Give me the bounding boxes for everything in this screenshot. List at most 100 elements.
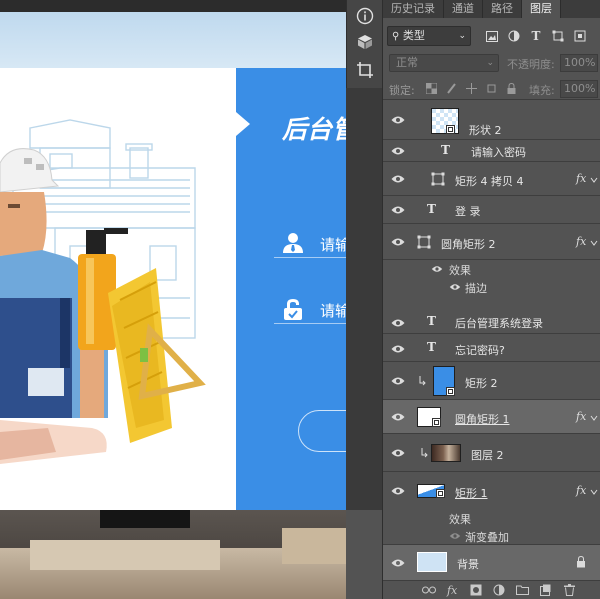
fx-icon[interactable]: fx — [576, 484, 586, 497]
mask-icon[interactable] — [469, 584, 483, 596]
lock-pixels-button[interactable] — [445, 82, 457, 94]
eye-icon[interactable] — [391, 174, 405, 184]
info-button[interactable] — [351, 4, 379, 28]
fill-input[interactable]: 100% — [560, 80, 598, 98]
filter-pixel-button[interactable] — [485, 29, 499, 43]
clipping-arrow-icon — [421, 448, 428, 458]
info-icon — [356, 7, 374, 25]
new-layer-icon[interactable] — [539, 584, 553, 596]
eye-icon[interactable] — [391, 146, 405, 156]
layer-row[interactable]: T 请输入密码 — [383, 140, 600, 162]
eye-icon[interactable] — [391, 115, 405, 125]
eye-icon[interactable] — [431, 265, 443, 273]
chevron-down-icon[interactable] — [590, 489, 598, 495]
filter-adjustment-button[interactable] — [507, 29, 521, 43]
effect-row[interactable]: 渐变叠加 — [383, 527, 600, 545]
eye-icon[interactable] — [391, 237, 405, 247]
panel-tabs: 历史记录 通道 路径 图层 — [383, 0, 600, 18]
vector-mask-icon — [436, 489, 445, 498]
eye-icon[interactable] — [391, 376, 405, 386]
password-placeholder: 请输入密 — [320, 302, 346, 320]
eye-icon[interactable] — [449, 532, 461, 540]
filter-shape-button[interactable] — [551, 29, 565, 43]
lock-artboard-button[interactable] — [485, 82, 497, 94]
layer-row[interactable]: 矩形 4 拷贝 4 fx — [383, 162, 600, 196]
fx-icon[interactable]: fx — [445, 584, 459, 597]
lock-icon — [577, 556, 585, 568]
artboard-icon — [487, 84, 495, 92]
lock-all-button[interactable] — [505, 82, 517, 94]
eye-icon[interactable] — [449, 283, 461, 291]
chevron-down-icon[interactable] — [590, 177, 598, 183]
login-button-outline[interactable] — [298, 410, 346, 452]
filter-type-button[interactable]: T — [529, 29, 543, 43]
layers-list: 形状 2 T 请输入密码 矩形 4 拷贝 4 fx T 登 录 圆角矩形 2 f… — [383, 100, 600, 580]
trash-icon[interactable] — [562, 584, 576, 596]
eye-icon[interactable] — [391, 344, 405, 354]
tab-layers[interactable]: 图层 — [522, 0, 561, 18]
lock-position-button[interactable] — [465, 82, 477, 94]
layer-row-selected[interactable]: 圆角矩形 1 fx — [383, 400, 600, 434]
fx-icon[interactable]: fx — [576, 410, 586, 423]
blend-mode-select[interactable]: 正常 ⌄ — [389, 54, 499, 72]
shape-layer-icon — [431, 172, 445, 186]
filter-type-label: 类型 — [402, 29, 425, 42]
layer-row[interactable]: T 后台管理系统登录 — [383, 310, 600, 334]
lock-transparent-button[interactable] — [425, 82, 437, 94]
chevron-down-icon[interactable] — [590, 240, 598, 246]
layer-row[interactable]: T 登 录 — [383, 196, 600, 224]
filter-type-select[interactable]: ⚲ 类型 ⌄ — [387, 26, 471, 46]
layer-row[interactable]: 圆角矩形 2 fx — [383, 224, 600, 260]
blend-mode-value: 正常 — [396, 56, 418, 69]
card-notch — [236, 112, 250, 136]
card-title: 后台管理 — [282, 115, 346, 144]
lock-row: 锁定: 填充: 100% — [383, 78, 600, 100]
tab-history[interactable]: 历史记录 — [383, 0, 444, 18]
effect-row[interactable]: 描边 — [383, 278, 600, 296]
shape-icon — [552, 30, 564, 42]
effects-header-row[interactable]: 效果 — [383, 510, 600, 527]
chevron-down-icon[interactable] — [590, 415, 598, 421]
group-folder-icon[interactable] — [515, 584, 529, 596]
fx-icon[interactable]: fx — [576, 172, 586, 185]
eye-icon[interactable] — [391, 205, 405, 215]
eye-icon[interactable] — [391, 486, 405, 496]
text-layer-icon: T — [427, 314, 436, 328]
layers-panel: 历史记录 通道 路径 图层 ⚲ 类型 ⌄ T 正常 ⌄ 不透明度: 100% 锁… — [382, 0, 600, 599]
panel-icon-strip — [346, 0, 382, 88]
text-layer-icon: T — [441, 143, 450, 157]
eye-icon[interactable] — [391, 318, 405, 328]
layer-row[interactable]: 矩形 2 — [383, 362, 600, 400]
layer-row[interactable]: T 忘记密码? — [383, 334, 600, 362]
background-layer-row[interactable]: 背景 — [383, 545, 600, 580]
crop-button[interactable] — [351, 58, 379, 82]
cube-icon — [358, 35, 372, 49]
filter-smart-object-button[interactable] — [573, 29, 587, 43]
eye-icon[interactable] — [391, 448, 405, 458]
lock-icon — [507, 82, 515, 94]
layer-name: 圆角矩形 2 — [441, 238, 496, 251]
eye-icon[interactable] — [391, 558, 405, 568]
link-icon[interactable] — [421, 584, 436, 596]
tab-paths[interactable]: 路径 — [483, 0, 522, 18]
canvas-top-strip — [0, 0, 346, 12]
layer-name: 矩形 2 — [465, 377, 498, 390]
layer-row[interactable]: 形状 2 — [383, 100, 600, 140]
eye-icon[interactable] — [391, 412, 405, 422]
effects-header-row[interactable]: 效果 — [383, 260, 600, 278]
lock-icon — [284, 299, 302, 320]
layer-name: 圆角矩形 1 — [455, 413, 510, 426]
adjustment-icon[interactable] — [492, 584, 506, 596]
layer-thumbnail — [417, 552, 447, 572]
tab-channels[interactable]: 通道 — [444, 0, 483, 18]
layer-row[interactable]: 矩形 1 fx — [383, 472, 600, 510]
opacity-input[interactable]: 100% — [560, 54, 598, 72]
username-field[interactable]: 请输入用 — [274, 228, 346, 258]
document-canvas[interactable]: 后台管理 请输入用 请输入密 — [0, 0, 346, 599]
3d-button[interactable] — [351, 30, 379, 54]
layer-row[interactable]: 图层 2 — [383, 434, 600, 472]
fx-icon[interactable]: fx — [576, 235, 586, 248]
password-field[interactable]: 请输入密 — [274, 294, 346, 324]
chevron-down-icon: ⌄ — [458, 31, 466, 41]
username-placeholder: 请输入用 — [320, 236, 346, 254]
